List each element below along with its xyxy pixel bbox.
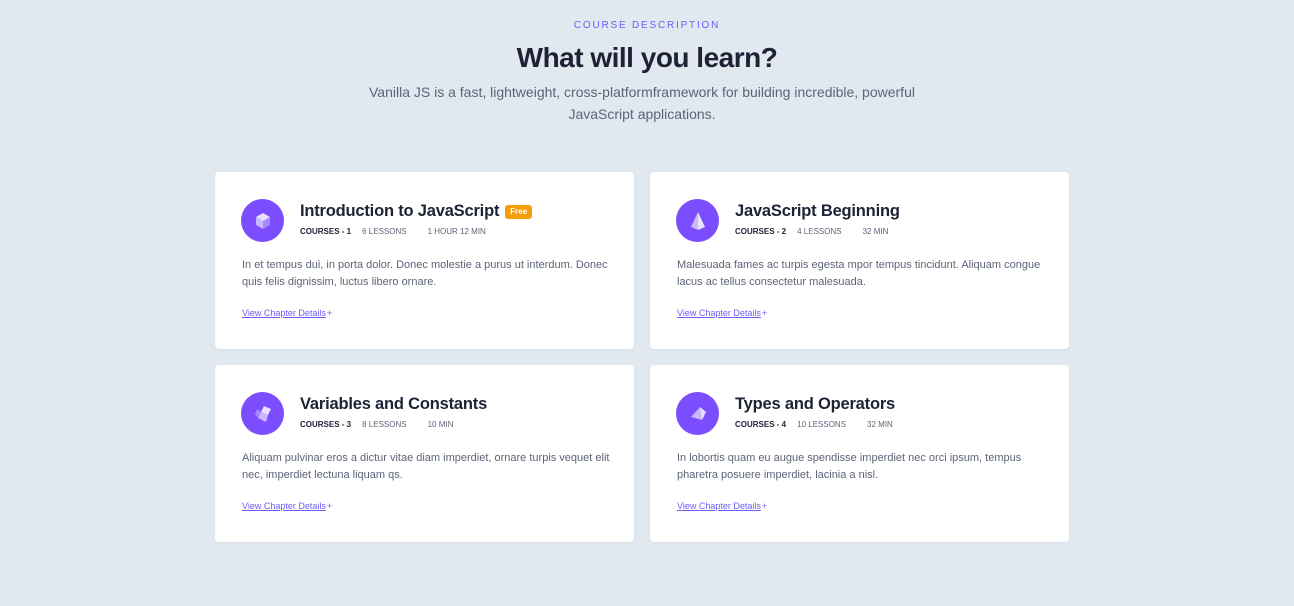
- card-title-row: Variables and Constants: [300, 395, 487, 414]
- card-title: Introduction to JavaScript: [300, 202, 500, 220]
- plus-icon: +: [326, 308, 333, 318]
- course-duration: 10 MIN: [427, 420, 454, 429]
- lesson-count: 8 LESSONS: [362, 420, 407, 429]
- section-eyebrow: COURSE DESCRIPTION: [573, 20, 721, 31]
- card-title: Variables and Constants: [300, 395, 488, 413]
- course-number: COURSES - 2: [735, 227, 787, 236]
- view-chapter-details-link[interactable]: View Chapter Details+: [242, 308, 332, 318]
- free-badge: Free: [505, 204, 533, 219]
- view-chapter-details-link[interactable]: View Chapter Details+: [677, 308, 767, 318]
- card-description: In et tempus dui, in porta dolor. Donec …: [242, 259, 608, 288]
- cube-icon: [241, 199, 284, 242]
- plus-icon: +: [761, 501, 768, 511]
- link-label: View Chapter Details: [677, 308, 761, 318]
- course-duration: 32 MIN: [867, 420, 893, 429]
- pyramid-icon: [676, 199, 719, 242]
- card-description: In lobortis quam eu augue spendisse impe…: [677, 452, 1022, 481]
- cube-icon: [241, 392, 284, 435]
- lesson-count: 6 LESSONS: [362, 227, 407, 236]
- course-card-1: Introduction to JavaScript Free COURSES …: [215, 172, 634, 349]
- prism-icon: [676, 392, 719, 435]
- card-title-row: JavaScript Beginning: [735, 202, 900, 221]
- link-label: View Chapter Details: [242, 501, 326, 511]
- plus-icon: +: [761, 308, 768, 318]
- card-meta: COURSES - 3 8 LESSONS 10 MIN: [300, 420, 453, 429]
- view-chapter-details-link[interactable]: View Chapter Details+: [242, 501, 332, 511]
- link-label: View Chapter Details: [677, 501, 761, 511]
- course-duration: 1 HOUR 12 MIN: [427, 227, 486, 236]
- card-meta: COURSES - 2 4 LESSONS 32 MIN: [735, 227, 888, 236]
- view-chapter-details-link[interactable]: View Chapter Details+: [677, 501, 767, 511]
- link-label: View Chapter Details: [242, 308, 326, 318]
- lesson-count: 4 LESSONS: [797, 227, 842, 236]
- section-subtitle: Vanilla JS is a fast, lightweight, cross…: [369, 84, 915, 122]
- course-number: COURSES - 3: [300, 420, 352, 429]
- course-card-2: JavaScript Beginning COURSES - 2 4 LESSO…: [650, 172, 1069, 349]
- card-title-row: Introduction to JavaScript Free: [300, 202, 533, 221]
- card-description: Aliquam pulvinar eros a dictur vitae dia…: [242, 452, 610, 481]
- course-number: COURSES - 4: [735, 420, 787, 429]
- card-meta: COURSES - 4 10 LESSONS 32 MIN: [735, 420, 893, 429]
- card-title: Types and Operators: [735, 395, 896, 413]
- plus-icon: +: [326, 501, 333, 511]
- course-duration: 32 MIN: [862, 227, 889, 236]
- card-description: Malesuada fames ac turpis egesta mpor te…: [677, 259, 1041, 288]
- card-title: JavaScript Beginning: [735, 202, 900, 220]
- course-card-4: Types and Operators COURSES - 4 10 LESSO…: [650, 365, 1069, 542]
- course-card-3: Variables and Constants COURSES - 3 8 LE…: [215, 365, 634, 542]
- course-number: COURSES - 1: [300, 227, 352, 236]
- course-description-section: COURSE DESCRIPTION What will you learn? …: [0, 0, 1294, 606]
- section-title: What will you learn?: [516, 42, 778, 73]
- card-meta: COURSES - 1 6 LESSONS 1 HOUR 12 MIN: [300, 227, 486, 236]
- card-title-row: Types and Operators: [735, 395, 895, 414]
- lesson-count: 10 LESSONS: [797, 420, 847, 429]
